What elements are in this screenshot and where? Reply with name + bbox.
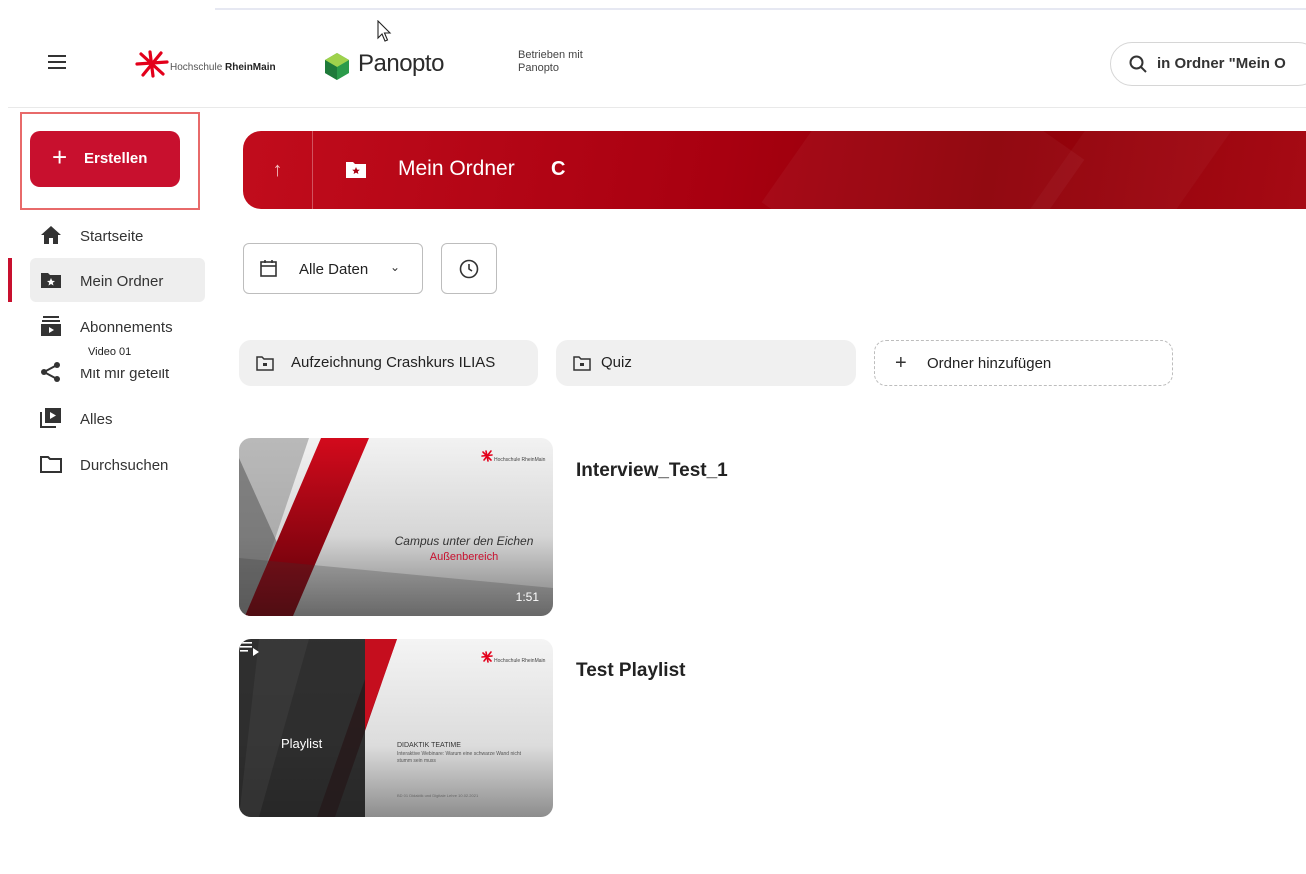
folder-title: Mein Ordner [398,157,515,180]
sidebar-item-label: Durchsuchen [80,457,169,474]
folder-chip-label: Aufzeichnung Crashkurs ILIAS [291,354,496,371]
powered-by-text: Betrieben mit Panopto [518,49,583,74]
thumbnail-subcaption: Außenbereich [429,551,499,563]
sidebar-item-label: Startseite [80,228,144,245]
sidebar-item-label: Mein Ordner [80,273,164,290]
recent-filter-button[interactable] [441,243,497,294]
date-filter-label: Alle Daten [299,261,369,278]
search-icon [1129,55,1147,73]
search-input[interactable]: in Ordner "Mein O [1110,42,1306,86]
window-top-strip [215,0,1306,10]
add-folder-label: Ordner hinzufügen [927,355,1052,372]
chevron-down-icon: ⌄ [390,260,401,274]
playlist-thumbnail-image [239,639,553,817]
banner-decoration [761,131,1085,209]
slide-footer: BD 01 Didaktik und Digitale Lehre 10.02.… [397,793,479,798]
hsrm-logo-text: Hochschule RheinMain [170,62,276,73]
menu-hamburger-icon[interactable] [48,55,66,69]
folder-icon [256,356,274,371]
mouse-cursor-icon [377,20,392,42]
hsrm-logo-icon[interactable] [133,50,173,80]
session-title[interactable]: Interview_Test_1 [576,460,728,482]
sidebar-item-label: Alles [80,411,113,428]
folder-chip-label: Quiz [601,354,632,371]
create-label: Erstellen [84,150,148,167]
session-thumbnail-image [239,438,553,616]
thumbnail-caption: Campus unter den Eichen [394,534,534,548]
sidebar-item-mein-ordner[interactable]: Mein Ordner [30,258,205,302]
home-icon [41,226,61,244]
parent-folder-button[interactable]: ↑ [243,131,313,209]
refresh-icon[interactable]: C [551,158,565,181]
add-folder-button[interactable]: + Ordner hinzufügen [874,340,1173,386]
playlist-thumbnail[interactable]: Playlist Hochschule RheinMain DIDAKTIK T… [239,639,553,817]
playlist-icon [240,642,259,656]
panopto-logo-icon[interactable] [322,51,352,81]
folder-outline-icon [40,456,62,473]
clock-icon [459,259,479,279]
plus-icon: + [52,142,68,172]
sidebar-item-durchsuchen[interactable]: Durchsuchen [30,442,205,486]
date-filter-dropdown[interactable]: Alle Daten ⌄ [243,243,423,294]
sidebar-item-startseite[interactable]: Startseite [30,213,205,257]
folder-star-icon [41,273,61,288]
thumbnail-brand-text: Hochschule RheinMain [494,658,546,664]
active-indicator [8,258,12,302]
folder-banner: ↑ Mein Ordner C [243,131,1306,209]
folder-star-icon [346,162,366,178]
top-header: Hochschule RheinMain Panopto Betrieben m… [8,20,1306,108]
sidebar-item-alles[interactable]: Alles [30,396,205,440]
folder-chip-aufzeichnung[interactable]: Aufzeichnung Crashkurs ILIAS [239,340,538,386]
session-thumbnail[interactable]: Hochschule RheinMain Campus unter den Ei… [239,438,553,616]
plus-icon: + [895,352,907,374]
folder-icon [573,356,591,371]
play-library-icon [40,408,61,428]
thumbnail-brand-text: Hochschule RheinMain [494,457,546,463]
playlist-badge: Playlist [281,736,323,751]
calendar-icon [260,260,277,277]
slide-subtitle: Interaktive Webinare: Warum eine schwarz… [397,751,522,764]
folder-chip-quiz[interactable]: Quiz [556,340,856,386]
slide-title: DIDAKTIK TEATIME [397,742,461,749]
duration-badge: 1:51 [515,590,539,604]
search-placeholder: in Ordner "Mein O [1157,55,1286,72]
create-button[interactable]: + Erstellen [30,131,180,187]
playlist-title[interactable]: Test Playlist [576,660,685,682]
hover-tooltip: Video 01 [72,333,232,369]
share-icon [41,362,60,382]
panopto-page: Hochschule RheinMain Panopto Betrieben m… [0,0,1306,874]
subscriptions-icon [41,316,61,336]
panopto-brand: Panopto [358,50,444,77]
